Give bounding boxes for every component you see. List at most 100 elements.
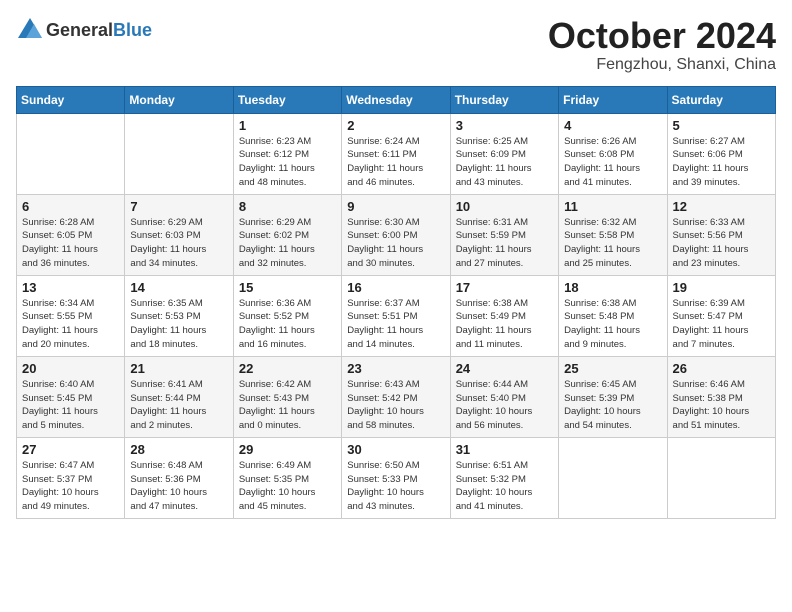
calendar-cell: 21Sunrise: 6:41 AM Sunset: 5:44 PM Dayli… (125, 356, 233, 437)
day-number: 5 (673, 118, 770, 133)
day-number: 8 (239, 199, 336, 214)
calendar-cell: 17Sunrise: 6:38 AM Sunset: 5:49 PM Dayli… (450, 275, 558, 356)
calendar-table: SundayMondayTuesdayWednesdayThursdayFrid… (16, 86, 776, 519)
day-info: Sunrise: 6:31 AM Sunset: 5:59 PM Dayligh… (456, 216, 553, 271)
day-number: 15 (239, 280, 336, 295)
day-number: 23 (347, 361, 444, 376)
day-info: Sunrise: 6:47 AM Sunset: 5:37 PM Dayligh… (22, 459, 119, 514)
header-day-friday: Friday (559, 86, 667, 113)
calendar-cell: 13 Sunrise: 6:34 AM Sunset: 5:55 PM Dayli… (17, 275, 125, 356)
logo-icon (16, 16, 44, 44)
logo-general-text: General (46, 20, 113, 40)
day-info: Sunrise: 6:42 AM Sunset: 5:43 PM Dayligh… (239, 378, 336, 433)
day-info: Sunrise: 6:38 AM Sunset: 5:48 PM Dayligh… (564, 297, 661, 352)
day-number: 28 (130, 442, 227, 457)
day-number: 21 (130, 361, 227, 376)
calendar-cell: 24 Sunrise: 6:44 AM Sunset: 5:40 PM Dayli… (450, 356, 558, 437)
day-number: 25 (564, 361, 661, 376)
calendar-cell: 27 Sunrise: 6:47 AM Sunset: 5:37 PM Dayli… (17, 437, 125, 518)
calendar-header-row: SundayMondayTuesdayWednesdayThursdayFrid… (17, 86, 776, 113)
calendar-cell (17, 113, 125, 194)
day-number: 29 (239, 442, 336, 457)
header-day-tuesday: Tuesday (233, 86, 341, 113)
calendar-cell: 4Sunrise: 6:26 AM Sunset: 6:08 PM Daylig… (559, 113, 667, 194)
calendar-cell: 18 Sunrise: 6:38 AM Sunset: 5:48 PM Dayli… (559, 275, 667, 356)
day-number: 24 (456, 361, 553, 376)
day-info: Sunrise: 6:49 AM Sunset: 5:35 PM Dayligh… (239, 459, 336, 514)
calendar-cell: 7Sunrise: 6:29 AM Sunset: 6:03 PM Daylig… (125, 194, 233, 275)
location-title: Fengzhou, Shanxi, China (548, 56, 776, 74)
header-day-saturday: Saturday (667, 86, 775, 113)
calendar-cell: 14Sunrise: 6:35 AM Sunset: 5:53 PM Dayli… (125, 275, 233, 356)
day-info: Sunrise: 6:24 AM Sunset: 6:11 PM Dayligh… (347, 135, 444, 190)
day-number: 31 (456, 442, 553, 457)
day-number: 27 (22, 442, 119, 457)
day-number: 30 (347, 442, 444, 457)
calendar-cell: 19 Sunrise: 6:39 AM Sunset: 5:47 PM Dayli… (667, 275, 775, 356)
calendar-cell: 5 Sunrise: 6:27 AM Sunset: 6:06 PM Daylig… (667, 113, 775, 194)
calendar-week-row: 13 Sunrise: 6:34 AM Sunset: 5:55 PM Dayli… (17, 275, 776, 356)
day-info: Sunrise: 6:40 AM Sunset: 5:45 PM Dayligh… (22, 378, 119, 433)
day-number: 13 (22, 280, 119, 295)
day-number: 7 (130, 199, 227, 214)
calendar-cell: 20 Sunrise: 6:40 AM Sunset: 5:45 PM Dayli… (17, 356, 125, 437)
calendar-cell (667, 437, 775, 518)
header-day-monday: Monday (125, 86, 233, 113)
day-info: Sunrise: 6:50 AM Sunset: 5:33 PM Dayligh… (347, 459, 444, 514)
day-number: 11 (564, 199, 661, 214)
day-info: Sunrise: 6:34 AM Sunset: 5:55 PM Dayligh… (22, 297, 119, 352)
calendar-cell: 30 Sunrise: 6:50 AM Sunset: 5:33 PM Dayli… (342, 437, 450, 518)
month-title: October 2024 (548, 16, 776, 56)
day-number: 10 (456, 199, 553, 214)
day-info: Sunrise: 6:25 AM Sunset: 6:09 PM Dayligh… (456, 135, 553, 190)
day-number: 6 (22, 199, 119, 214)
calendar-cell: 31Sunrise: 6:51 AM Sunset: 5:32 PM Dayli… (450, 437, 558, 518)
day-number: 18 (564, 280, 661, 295)
day-info: Sunrise: 6:43 AM Sunset: 5:42 PM Dayligh… (347, 378, 444, 433)
page-header: GeneralBlue October 2024 Fengzhou, Shanx… (16, 16, 776, 74)
day-info: Sunrise: 6:33 AM Sunset: 5:56 PM Dayligh… (673, 216, 770, 271)
calendar-week-row: 6Sunrise: 6:28 AM Sunset: 6:05 PM Daylig… (17, 194, 776, 275)
calendar-cell: 22 Sunrise: 6:42 AM Sunset: 5:43 PM Dayli… (233, 356, 341, 437)
calendar-cell (559, 437, 667, 518)
day-number: 22 (239, 361, 336, 376)
calendar-cell: 1Sunrise: 6:23 AM Sunset: 6:12 PM Daylig… (233, 113, 341, 194)
header-day-sunday: Sunday (17, 86, 125, 113)
calendar-cell: 15 Sunrise: 6:36 AM Sunset: 5:52 PM Dayli… (233, 275, 341, 356)
day-info: Sunrise: 6:38 AM Sunset: 5:49 PM Dayligh… (456, 297, 553, 352)
calendar-cell: 26Sunrise: 6:46 AM Sunset: 5:38 PM Dayli… (667, 356, 775, 437)
calendar-cell: 29 Sunrise: 6:49 AM Sunset: 5:35 PM Dayli… (233, 437, 341, 518)
calendar-cell: 6Sunrise: 6:28 AM Sunset: 6:05 PM Daylig… (17, 194, 125, 275)
day-info: Sunrise: 6:44 AM Sunset: 5:40 PM Dayligh… (456, 378, 553, 433)
day-number: 16 (347, 280, 444, 295)
day-info: Sunrise: 6:30 AM Sunset: 6:00 PM Dayligh… (347, 216, 444, 271)
calendar-cell: 10 Sunrise: 6:31 AM Sunset: 5:59 PM Dayli… (450, 194, 558, 275)
day-info: Sunrise: 6:45 AM Sunset: 5:39 PM Dayligh… (564, 378, 661, 433)
day-info: Sunrise: 6:27 AM Sunset: 6:06 PM Dayligh… (673, 135, 770, 190)
day-info: Sunrise: 6:37 AM Sunset: 5:51 PM Dayligh… (347, 297, 444, 352)
day-info: Sunrise: 6:48 AM Sunset: 5:36 PM Dayligh… (130, 459, 227, 514)
calendar-cell: 25 Sunrise: 6:45 AM Sunset: 5:39 PM Dayli… (559, 356, 667, 437)
title-block: October 2024 Fengzhou, Shanxi, China (548, 16, 776, 74)
calendar-cell: 23 Sunrise: 6:43 AM Sunset: 5:42 PM Dayli… (342, 356, 450, 437)
day-number: 3 (456, 118, 553, 133)
day-info: Sunrise: 6:26 AM Sunset: 6:08 PM Dayligh… (564, 135, 661, 190)
day-number: 1 (239, 118, 336, 133)
day-number: 19 (673, 280, 770, 295)
logo-blue-text: Blue (113, 20, 152, 40)
calendar-cell: 9Sunrise: 6:30 AM Sunset: 6:00 PM Daylig… (342, 194, 450, 275)
calendar-week-row: 27 Sunrise: 6:47 AM Sunset: 5:37 PM Dayli… (17, 437, 776, 518)
logo: GeneralBlue (16, 16, 152, 44)
calendar-cell: 11 Sunrise: 6:32 AM Sunset: 5:58 PM Dayli… (559, 194, 667, 275)
day-number: 26 (673, 361, 770, 376)
day-info: Sunrise: 6:39 AM Sunset: 5:47 PM Dayligh… (673, 297, 770, 352)
day-info: Sunrise: 6:36 AM Sunset: 5:52 PM Dayligh… (239, 297, 336, 352)
calendar-cell: 28 Sunrise: 6:48 AM Sunset: 5:36 PM Dayli… (125, 437, 233, 518)
header-day-thursday: Thursday (450, 86, 558, 113)
day-info: Sunrise: 6:35 AM Sunset: 5:53 PM Dayligh… (130, 297, 227, 352)
header-day-wednesday: Wednesday (342, 86, 450, 113)
day-info: Sunrise: 6:32 AM Sunset: 5:58 PM Dayligh… (564, 216, 661, 271)
day-number: 20 (22, 361, 119, 376)
calendar-week-row: 20 Sunrise: 6:40 AM Sunset: 5:45 PM Dayli… (17, 356, 776, 437)
calendar-week-row: 1Sunrise: 6:23 AM Sunset: 6:12 PM Daylig… (17, 113, 776, 194)
